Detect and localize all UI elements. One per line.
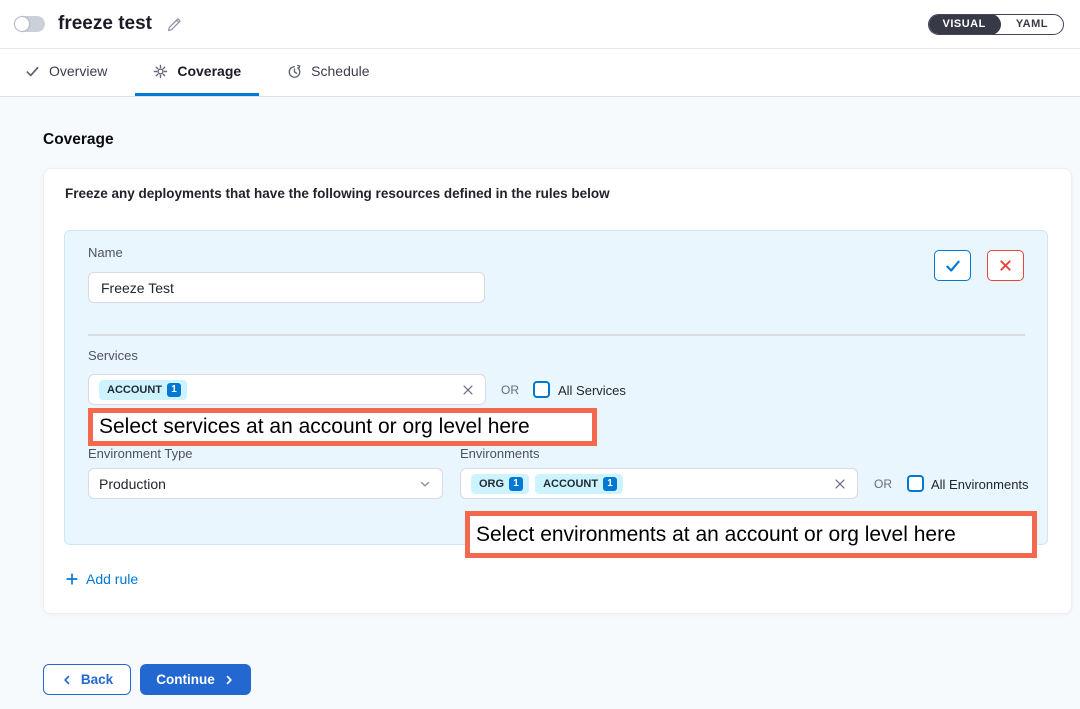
tab-coverage-label: Coverage: [177, 63, 241, 79]
visual-toggle-button[interactable]: VISUAL: [928, 14, 1001, 35]
check-icon: [25, 64, 40, 79]
chevron-left-icon: [61, 674, 73, 686]
all-services-checkbox[interactable]: [533, 381, 550, 398]
continue-button[interactable]: Continue: [140, 664, 251, 695]
tag-text: ACCOUNT: [543, 478, 598, 490]
all-services-label: All Services: [558, 383, 626, 398]
name-label: Name: [88, 245, 123, 260]
environment-tag-account: ACCOUNT 1: [535, 474, 623, 494]
header: freeze test VISUAL YAML: [0, 0, 1080, 49]
back-label: Back: [81, 672, 113, 687]
clear-environments-icon[interactable]: [833, 477, 847, 491]
annotation-select-environments: Select environments at an account or org…: [465, 511, 1037, 558]
freeze-enable-toggle[interactable]: [14, 16, 45, 32]
page-title: freeze test: [58, 13, 152, 35]
tab-schedule-label: Schedule: [311, 63, 369, 79]
coverage-instruction: Freeze any deployments that have the fol…: [65, 186, 610, 201]
coverage-section-title: Coverage: [43, 131, 114, 149]
rule-divider: [88, 334, 1025, 336]
tag-count-badge: 1: [167, 383, 181, 397]
add-rule-button[interactable]: Add rule: [65, 571, 138, 587]
annotation-select-services: Select services at an account or org lev…: [88, 408, 597, 446]
toggle-knob: [15, 17, 29, 31]
environment-type-label: Environment Type: [88, 446, 193, 461]
all-environments-checkbox[interactable]: [907, 475, 924, 492]
tab-coverage[interactable]: Coverage: [135, 49, 259, 96]
freeze-studio-page: freeze test VISUAL YAML Overview Coverag…: [0, 0, 1080, 709]
tab-bar: Overview Coverage Schedule: [0, 49, 1080, 97]
delete-rule-button[interactable]: [987, 250, 1024, 281]
plus-icon: [65, 572, 79, 586]
yaml-toggle-button[interactable]: YAML: [1001, 18, 1063, 30]
chevron-down-icon: [418, 477, 432, 491]
tag-count-badge: 1: [509, 477, 523, 491]
clear-services-icon[interactable]: [461, 383, 475, 397]
environment-tag-org: ORG 1: [471, 474, 529, 494]
services-label: Services: [88, 348, 138, 363]
close-icon: [998, 258, 1013, 273]
tag-count-badge: 1: [603, 477, 617, 491]
services-multiselect[interactable]: ACCOUNT 1: [88, 374, 486, 405]
rule-name-input[interactable]: [88, 272, 485, 303]
tag-text: ACCOUNT: [107, 384, 162, 396]
back-button[interactable]: Back: [43, 664, 131, 695]
all-environments-label: All Environments: [931, 477, 1029, 492]
chevron-right-icon: [223, 674, 235, 686]
mode-switch: VISUAL YAML: [928, 14, 1065, 35]
environments-multiselect[interactable]: ORG 1 ACCOUNT 1: [460, 468, 858, 499]
tag-text: ORG: [479, 478, 504, 490]
service-tag-account: ACCOUNT 1: [99, 380, 187, 400]
gear-icon: [153, 64, 168, 79]
tab-schedule[interactable]: Schedule: [269, 49, 387, 96]
schedule-icon: [287, 64, 302, 79]
check-icon: [944, 257, 962, 275]
add-rule-label: Add rule: [86, 571, 138, 587]
tab-overview[interactable]: Overview: [7, 49, 125, 96]
environments-or-label: OR: [874, 477, 892, 491]
environment-type-dropdown[interactable]: Production: [88, 468, 443, 499]
continue-label: Continue: [156, 672, 215, 687]
services-or-label: OR: [501, 383, 519, 397]
environments-label: Environments: [460, 446, 539, 461]
environment-type-value: Production: [99, 476, 166, 492]
edit-title-icon[interactable]: [166, 16, 183, 33]
confirm-rule-button[interactable]: [934, 250, 971, 281]
tab-overview-label: Overview: [49, 63, 107, 79]
